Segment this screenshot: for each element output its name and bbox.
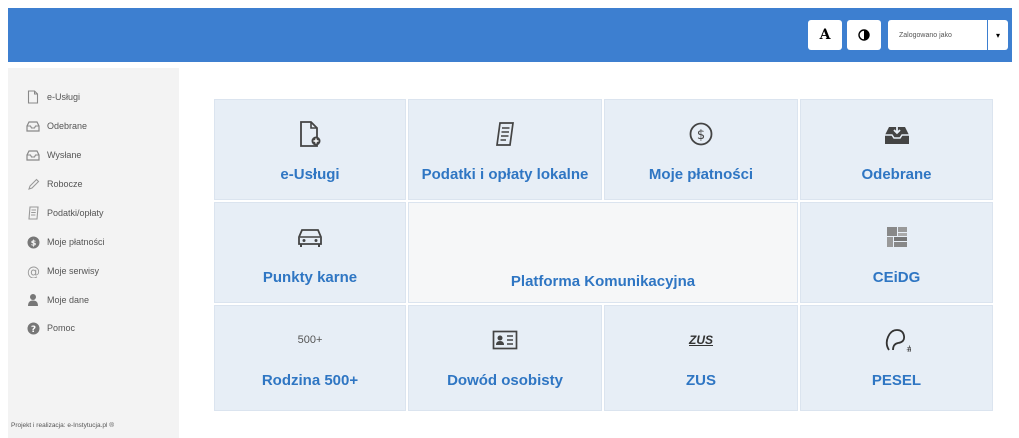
tile-label: Odebrane — [861, 166, 932, 183]
sidebar-item-label: Pomoc — [47, 323, 76, 333]
car-icon — [215, 217, 405, 257]
sidebar-item-label: Wysłane — [47, 150, 82, 160]
document-icon — [26, 90, 40, 104]
sidebar-item-label: Moje serwisy — [47, 266, 100, 276]
sidebar-item-moje-dane[interactable]: Moje dane — [8, 290, 179, 310]
tile-label: Moje płatności — [648, 166, 754, 183]
receipt-icon — [26, 206, 40, 220]
services-grid: e-Usługi Podatki i opłaty lokalne $ Moje… — [212, 97, 995, 413]
contrast-icon — [858, 29, 870, 41]
zus-logo-icon: ZUS — [689, 333, 713, 347]
tile-pesel[interactable]: # PESEL — [800, 305, 993, 411]
tile-label: Dowód osobisty — [447, 372, 563, 389]
tile-e-uslugi[interactable]: e-Usługi — [214, 99, 406, 200]
ceidg-logo-icon — [801, 217, 992, 257]
font-size-button[interactable]: A — [808, 20, 842, 50]
sidebar-item-label: Robocze — [47, 179, 83, 189]
tile-platforma-komunikacyjna[interactable]: Platforma Komunikacyjna — [408, 202, 798, 303]
svg-text:@: @ — [27, 265, 40, 278]
tile-label: CEiDG — [872, 269, 921, 286]
tile-podatki[interactable]: Podatki i opłaty lokalne — [408, 99, 602, 200]
tile-label: ZUS — [686, 372, 716, 389]
pesel-icon: # — [801, 320, 992, 360]
inbox-icon — [26, 119, 40, 133]
tile-zus[interactable]: ZUS ZUS — [604, 305, 798, 411]
sidebar-item-serwisy[interactable]: @ Moje serwisy — [8, 261, 179, 281]
chevron-down-icon: ▾ — [995, 30, 1000, 40]
tile-punkty-karne[interactable]: Punkty karne — [214, 202, 406, 303]
tile-label: Platforma Komunikacyjna — [510, 273, 696, 290]
user-icon — [26, 293, 40, 307]
top-bar: A Zalogowano jako ▾ — [8, 8, 1012, 62]
sidebar-item-label: Moje płatności — [47, 237, 105, 247]
receipt-icon — [409, 114, 601, 154]
sidebar-item-robocze[interactable]: Robocze — [8, 174, 179, 194]
svg-text:$: $ — [697, 128, 705, 143]
tile-label: Podatki i opłaty lokalne — [421, 166, 589, 183]
tile-odebrane[interactable]: Odebrane — [800, 99, 993, 200]
document-add-icon — [215, 114, 405, 154]
tile-label: PESEL — [871, 372, 922, 389]
inbox-download-icon — [801, 114, 992, 154]
sidebar-item-platnosci[interactable]: $ Moje płatności — [8, 232, 179, 252]
tile-label: Punkty karne — [262, 269, 358, 286]
svg-text:$: $ — [30, 238, 36, 247]
contrast-button[interactable] — [847, 20, 881, 50]
tile-platnosci[interactable]: $ Moje płatności — [604, 99, 798, 200]
tile-dowod-osobisty[interactable]: Dowód osobisty — [408, 305, 602, 411]
sidebar-item-odebrane[interactable]: Odebrane — [8, 116, 179, 136]
footer-credits: Projekt i realizacja: e-Instytucja.pl ® — [11, 422, 115, 429]
tile-ceidg[interactable]: CEiDG — [800, 202, 993, 303]
sidebar-item-pomoc[interactable]: ? Pomoc — [8, 318, 179, 338]
outbox-icon — [26, 148, 40, 162]
pencil-icon — [26, 177, 40, 191]
dollar-circle-icon: $ — [605, 114, 797, 154]
help-icon: ? — [26, 321, 40, 335]
sidebar-item-label: e-Usługi — [47, 92, 81, 102]
svg-text:?: ? — [30, 325, 35, 335]
500-plus-icon: 500+ — [297, 334, 323, 346]
sidebar-item-label: Podatki/opłaty — [47, 208, 104, 218]
user-menu-dropdown[interactable]: ▾ — [988, 20, 1008, 50]
sidebar-item-e-uslugi[interactable]: e-Usługi — [8, 87, 179, 107]
tile-label: Rodzina 500+ — [261, 372, 359, 389]
tile-rodzina-500[interactable]: 500+ Rodzina 500+ — [214, 305, 406, 411]
id-card-icon — [409, 320, 601, 360]
sidebar-item-wyslane[interactable]: Wysłane — [8, 145, 179, 165]
sidebar-item-podatki[interactable]: Podatki/opłaty — [8, 203, 179, 223]
at-icon: @ — [26, 264, 40, 278]
sidebar-item-label: Odebrane — [47, 121, 88, 131]
sidebar-item-label: Moje dane — [47, 295, 90, 305]
dollar-icon: $ — [26, 235, 40, 249]
logged-in-as-button[interactable]: Zalogowano jako — [888, 20, 987, 50]
tile-label: e-Usługi — [280, 166, 340, 183]
svg-text:#: # — [906, 345, 911, 354]
sidebar: e-Usługi Odebrane Wysłane Robocze Podatk… — [8, 68, 179, 438]
